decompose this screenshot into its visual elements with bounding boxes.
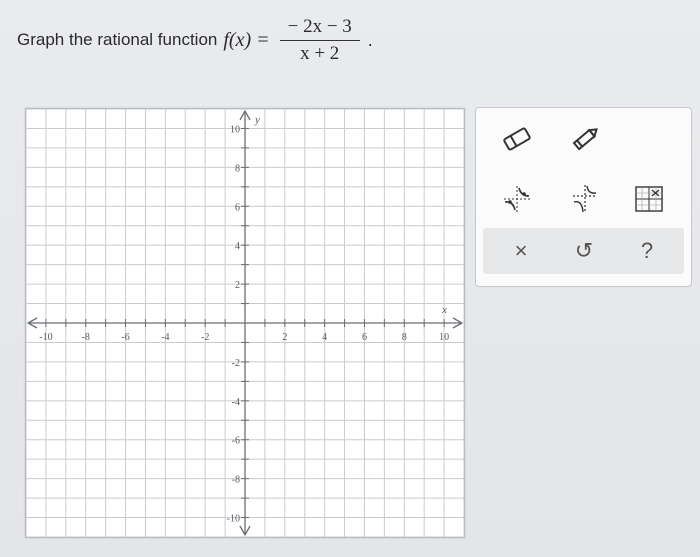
undo-button[interactable]: ↺ xyxy=(554,228,614,274)
x-tick-label: 8 xyxy=(402,332,407,343)
clear-button[interactable]: × xyxy=(491,228,551,274)
y-tick-label: -4 xyxy=(232,397,240,408)
asymptote-tool[interactable] xyxy=(564,178,606,220)
prompt-text: Graph the rational function xyxy=(17,30,218,49)
graph-grid-icon xyxy=(635,186,663,212)
y-tick-label: 4 xyxy=(235,241,240,252)
pencil-icon xyxy=(572,128,598,151)
pencil-tool[interactable] xyxy=(564,118,606,160)
coordinate-grid[interactable]: -10 -8 -6 -4 -2 2 4 6 8 10 10 8 6 4 2 -2 -4 -6 -8 -10 x y xyxy=(26,109,464,537)
x-tick-label: -4 xyxy=(161,332,169,343)
fraction-denominator: x + 2 xyxy=(300,42,340,64)
grid-toggle-tool[interactable] xyxy=(628,178,670,220)
question-prompt: Graph the rational function f(x) = − 2x … xyxy=(17,16,373,65)
x-tick-label: 2 xyxy=(282,332,287,343)
x-tick-label: -10 xyxy=(39,332,52,343)
fraction-numerator: − 2x − 3 xyxy=(279,16,360,41)
y-tick-label: -6 xyxy=(232,436,240,447)
y-tick-label: 10 xyxy=(230,124,240,135)
y-tick-label: -8 xyxy=(232,475,240,486)
y-tick-label: 8 xyxy=(235,163,240,174)
y-tick-label: -10 xyxy=(227,514,240,525)
function-fraction: − 2x − 3 x + 2 xyxy=(279,16,360,65)
help-button[interactable]: ? xyxy=(617,228,677,274)
prompt-period: . xyxy=(367,29,373,50)
y-tick-label: 6 xyxy=(235,202,240,213)
x-tick-label: 6 xyxy=(362,332,367,343)
eraser-icon xyxy=(503,127,531,151)
y-tick-label: 2 xyxy=(235,280,240,291)
asymptote-tool-icon xyxy=(573,185,597,213)
x-tick-label: -6 xyxy=(121,332,129,343)
x-tick-label: 4 xyxy=(322,332,327,343)
rational-function-tool[interactable] xyxy=(496,178,538,220)
x-axis-label: x xyxy=(441,304,447,316)
tool-palette: × ↺ ? xyxy=(475,107,692,287)
y-tick-label: -2 xyxy=(232,358,240,369)
x-tick-label: -2 xyxy=(201,332,209,343)
rational-curve-tool-icon xyxy=(504,186,530,212)
graphing-area[interactable]: -10 -8 -6 -4 -2 2 4 6 8 10 10 8 6 4 2 -2 -4 -6 -8 -10 x y xyxy=(25,108,465,538)
y-axis-label: y xyxy=(254,114,260,126)
x-tick-label: -8 xyxy=(82,332,90,343)
function-name: f(x) = xyxy=(223,28,270,51)
x-tick-label: 10 xyxy=(439,332,449,343)
action-bar: × ↺ ? xyxy=(483,228,684,274)
eraser-tool[interactable] xyxy=(496,118,538,160)
